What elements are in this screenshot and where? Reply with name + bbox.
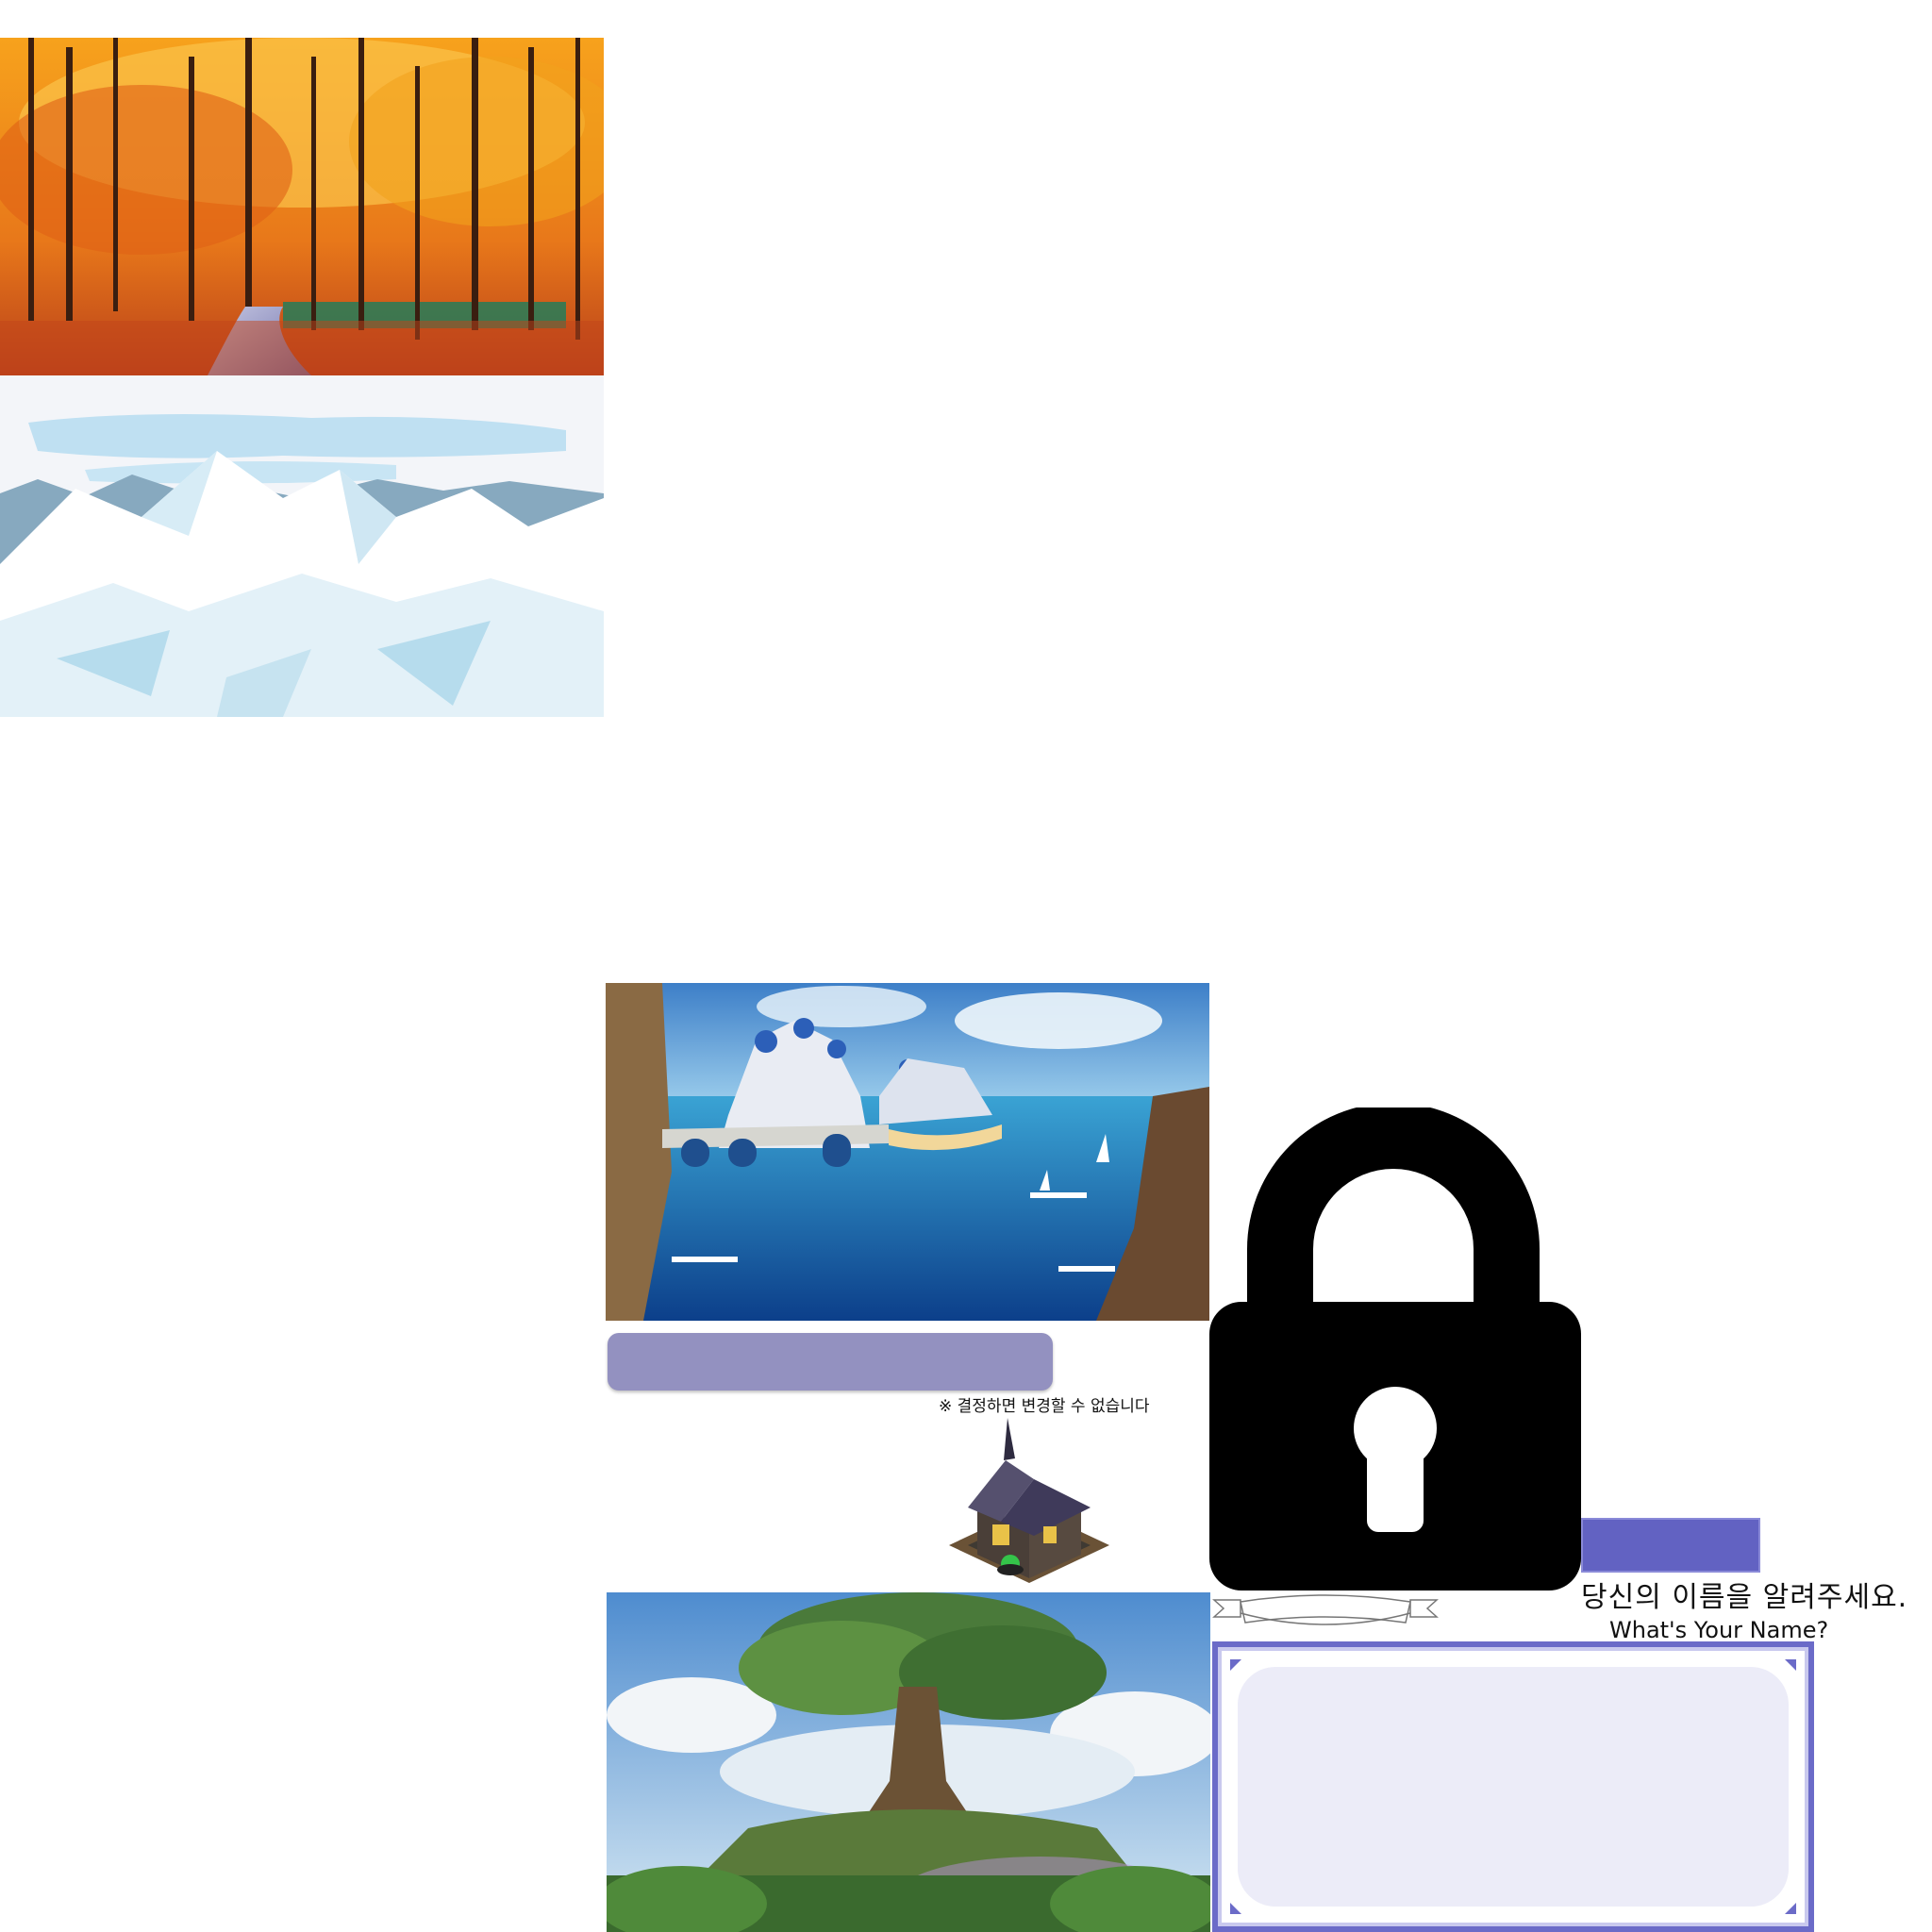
ribbon-banner [1212,1594,1439,1641]
frame-corner-top-left [1230,1659,1241,1671]
frame-corner-top-right [1785,1659,1796,1671]
name-prompt-title: 당신의 이름을 알려주세요. [1581,1581,1908,1614]
confirm-button[interactable] [608,1333,1053,1391]
name-input-inner-frame [1222,1651,1805,1923]
snowy-mountains-image [0,375,604,717]
frame-corner-bottom-right [1785,1903,1796,1914]
lock-icon [1209,1108,1581,1591]
name-prompt-subtitle: What's Your Name? [1609,1617,1829,1643]
witch-house-icon [940,1413,1119,1589]
name-input-frame [1212,1641,1814,1932]
name-input[interactable] [1238,1667,1789,1907]
autumn-forest-image [0,38,604,375]
harbor-town-image [606,983,1209,1321]
name-confirm-button[interactable] [1581,1518,1760,1573]
frame-corner-bottom-left [1230,1903,1241,1914]
world-tree-image [607,1592,1210,1932]
